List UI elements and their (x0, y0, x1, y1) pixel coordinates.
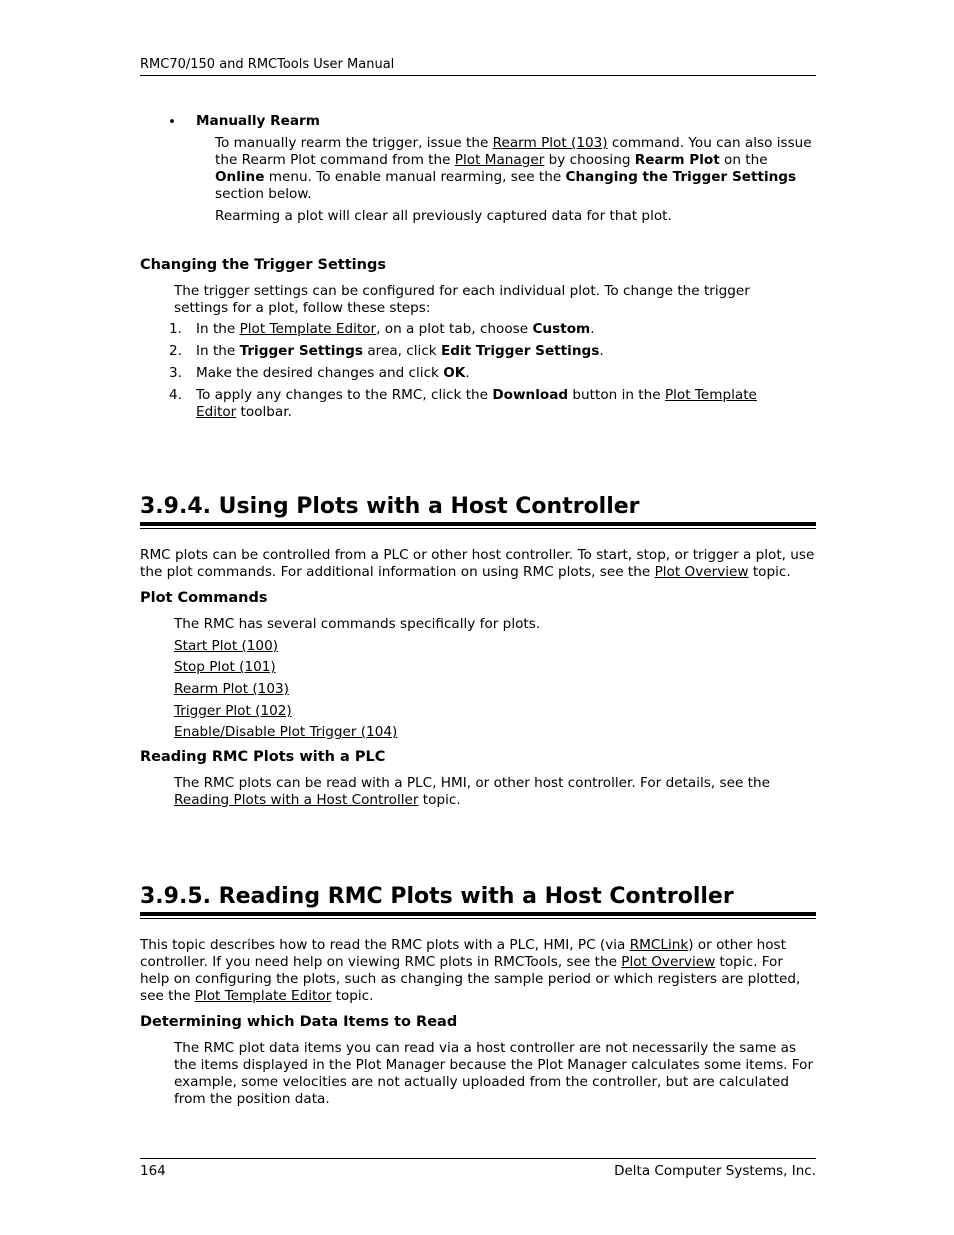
plot-template-editor-link[interactable]: Plot Template Editor (240, 321, 377, 337)
text: topic. (331, 988, 374, 1004)
bold-text: Changing the Trigger Settings (565, 169, 797, 185)
step-number: 2. (169, 343, 182, 359)
step-number: 4. (169, 387, 182, 403)
plot-overview-link[interactable]: Plot Overview (621, 954, 715, 970)
text: To apply any changes to the RMC, click t… (196, 387, 493, 403)
bold-text: Download (492, 387, 569, 403)
reading-plc-heading: Reading RMC Plots with a PLC (140, 749, 386, 765)
text: . (590, 321, 595, 337)
manually-rearm-paragraph: To manually rearm the trigger, issue the… (140, 135, 816, 203)
text: The RMC plots can be read with a PLC, HM… (174, 775, 770, 791)
footer-company: Delta Computer Systems, Inc. (614, 1163, 816, 1179)
header-title: RMC70/150 and RMCTools User Manual (140, 57, 395, 72)
heading-rule-thick (140, 912, 816, 916)
section-heading: 3.9.5. Reading RMC Plots with a Host Con… (140, 884, 734, 909)
start-plot-link[interactable]: Start Plot (100) (174, 638, 278, 654)
text: , on a plot tab, choose (376, 321, 533, 337)
section-intro: This topic describes how to read the RMC… (140, 937, 816, 1005)
heading-rule-thin (140, 918, 816, 919)
step-number: 1. (169, 321, 182, 337)
text: topic. (418, 792, 461, 808)
list-item: 3. Make the desired changes and click OK. (140, 365, 816, 382)
plot-overview-link[interactable]: Plot Overview (655, 564, 749, 580)
rearm-note: Rearming a plot will clear all previousl… (215, 208, 672, 224)
plot-commands-heading: Plot Commands (140, 590, 268, 606)
section-intro: RMC plots can be controlled from a PLC o… (140, 547, 816, 581)
command-list: Start Plot (100) Stop Plot (101) Rearm P… (140, 638, 816, 741)
rmclink-link[interactable]: RMCLink (630, 937, 689, 953)
enable-disable-plot-trigger-link[interactable]: Enable/Disable Plot Trigger (104) (174, 724, 397, 740)
bold-text: Custom (532, 321, 591, 337)
bold-text: Online (215, 169, 265, 185)
text: area, click (363, 343, 441, 359)
text: by choosing (544, 152, 635, 168)
text: menu. To enable manual rearming, see the (264, 169, 566, 185)
page-footer: 164 Delta Computer Systems, Inc. (140, 1158, 816, 1179)
text: . (465, 365, 470, 381)
determining-heading: Determining which Data Items to Read (140, 1014, 458, 1030)
section-3-9-4: 3.9.4. Using Plots with a Host Controlle… (140, 494, 816, 809)
bullet-icon: • (168, 114, 177, 130)
plot-manager-link[interactable]: Plot Manager (455, 152, 545, 168)
text: To manually rearm the trigger, issue the (215, 135, 493, 151)
list-item: 4. To apply any changes to the RMC, click… (140, 387, 816, 421)
text: topic. (748, 564, 791, 580)
bold-text: OK (443, 365, 466, 381)
rearm-plot-link[interactable]: Rearm Plot (103) (174, 681, 289, 697)
step-number: 3. (169, 365, 182, 381)
bold-text: Trigger Settings (239, 343, 364, 359)
trigger-settings-section: Changing the Trigger Settings The trigge… (140, 257, 816, 421)
plot-commands-intro: The RMC has several commands specificall… (174, 616, 541, 632)
manually-rearm-item: • Manually Rearm To manually rearm the t… (140, 113, 816, 225)
list-item: 1. In the Plot Template Editor, on a plot… (140, 321, 816, 338)
text: section below. (215, 186, 312, 202)
trigger-settings-intro: The trigger settings can be configured f… (174, 283, 750, 316)
determining-paragraph: The RMC plot data items you can read via… (174, 1040, 814, 1107)
bold-text: Rearm Plot (634, 152, 720, 168)
page-number: 164 (140, 1163, 166, 1179)
trigger-steps-list: 1. In the Plot Template Editor, on a plot… (140, 321, 816, 421)
text: button in the (568, 387, 665, 403)
manually-rearm-title: Manually Rearm (196, 113, 320, 129)
text: on the (719, 152, 768, 168)
text: In the (196, 321, 240, 337)
stop-plot-link[interactable]: Stop Plot (101) (174, 659, 276, 675)
text: This topic describes how to read the RMC… (140, 937, 630, 953)
heading-rule-thick (140, 522, 816, 526)
bold-text: Edit Trigger Settings (441, 343, 600, 359)
text: toolbar. (236, 404, 292, 420)
rearm-plot-link[interactable]: Rearm Plot (103) (493, 135, 608, 151)
plot-template-editor-link[interactable]: Plot Template Editor (195, 988, 332, 1004)
heading-rule-thin (140, 528, 816, 529)
reading-plc-paragraph: The RMC plots can be read with a PLC, HM… (140, 775, 816, 809)
page-header: RMC70/150 and RMCTools User Manual (140, 57, 816, 76)
section-3-9-5: 3.9.5. Reading RMC Plots with a Host Con… (140, 884, 816, 1108)
text: In the (196, 343, 240, 359)
text: . (599, 343, 604, 359)
trigger-plot-link[interactable]: Trigger Plot (102) (174, 703, 292, 719)
reading-plots-link[interactable]: Reading Plots with a Host Controller (174, 792, 418, 808)
text: Make the desired changes and click (196, 365, 444, 381)
section-heading: 3.9.4. Using Plots with a Host Controlle… (140, 494, 640, 519)
trigger-settings-heading: Changing the Trigger Settings (140, 257, 386, 273)
list-item: 2. In the Trigger Settings area, click Ed… (140, 343, 816, 360)
